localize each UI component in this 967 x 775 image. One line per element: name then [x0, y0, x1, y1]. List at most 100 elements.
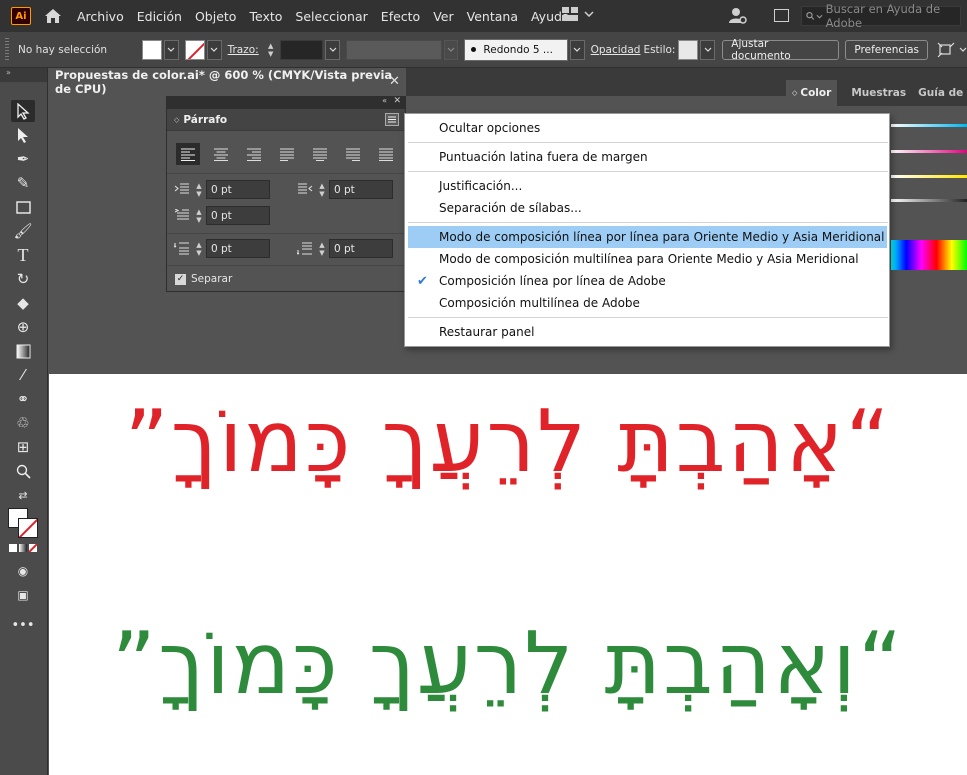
cyan-slider[interactable] [891, 124, 967, 127]
menu-item-adobe-single-line-composer[interactable]: ✔ Composición línea por línea de Adobe [405, 270, 889, 292]
menu-item-justification[interactable]: Justificación... [405, 175, 889, 197]
preferences-button[interactable]: Preferencias [845, 39, 929, 60]
first-line-indent-input[interactable]: 0 pt [206, 206, 270, 225]
puppet-warp-tool-icon[interactable]: ⊕ [11, 316, 35, 338]
artboard-tool-icon[interactable]: ⊞ [11, 436, 35, 458]
graphic-style-swatch[interactable] [678, 39, 699, 60]
justify-center-icon[interactable] [308, 143, 332, 165]
stroke-weight-stepper[interactable]: ▲ ▼ [264, 40, 278, 60]
menu-archivo[interactable]: Archivo [77, 9, 124, 24]
space-after-input[interactable]: 0 pt [329, 239, 393, 258]
menu-item-me-single-line-composer[interactable]: Modo de composición línea por línea para… [408, 226, 887, 248]
space-after-stepper[interactable]: ▲ ▼ [315, 239, 329, 259]
fill-dropdown[interactable] [163, 39, 179, 60]
stroke-weight-input[interactable] [279, 39, 324, 60]
more-tools-icon[interactable]: ••• [11, 614, 35, 636]
fill-swatch[interactable] [142, 39, 162, 60]
align-right-icon[interactable] [242, 143, 266, 165]
tab-swatches[interactable]: Muestras [845, 87, 912, 99]
document-tab[interactable]: Propuestas de color.ai* @ 600 % (CMYK/Vi… [48, 68, 406, 96]
black-slider[interactable] [891, 199, 967, 202]
tab-color[interactable]: ◇ Color [786, 80, 838, 106]
justify-all-icon[interactable] [374, 143, 398, 165]
align-left-icon[interactable] [176, 143, 200, 165]
draw-mode-icon[interactable]: ◉ [11, 560, 35, 582]
close-tab-icon[interactable]: ✕ [389, 74, 400, 89]
collapse-panel-icon[interactable]: « [382, 96, 387, 105]
hebrew-text-line-red[interactable]: “אָהַבְתָּ לְרֵעֲךָ כָּמוֹךָ” [49, 392, 967, 492]
close-panel-icon[interactable]: ✕ [393, 96, 401, 106]
menu-efecto[interactable]: Efecto [381, 9, 420, 24]
tools-panel-header[interactable]: » [0, 68, 47, 82]
space-before-stepper[interactable]: ▲ ▼ [192, 239, 206, 259]
selection-tool-icon[interactable] [11, 100, 35, 122]
yellow-slider[interactable] [891, 175, 967, 178]
color-mode-buttons[interactable] [9, 544, 37, 552]
adjust-document-button[interactable]: Ajustar documento [722, 38, 840, 62]
pen-tool-icon[interactable]: ✒ [11, 148, 35, 170]
user-search-icon[interactable] [728, 6, 748, 26]
hebrew-text-line-green[interactable]: “וְאָהַבְתָּ לְרֵעֲךָ כָּמוֹךָ” [49, 614, 967, 714]
arrange-documents-icon[interactable] [774, 9, 789, 22]
home-icon[interactable] [43, 6, 63, 26]
style-dropdown[interactable] [700, 39, 716, 60]
eyedropper-tool-icon[interactable]: ⁄ [11, 364, 35, 386]
opacity-label[interactable]: Opacidad [591, 44, 641, 56]
screen-mode-icon[interactable]: ▣ [11, 584, 35, 606]
menu-item-roman-hanging-punctuation[interactable]: Puntuación latina fuera de margen [405, 146, 889, 168]
stroke-swatch[interactable] [184, 39, 205, 60]
menu-texto[interactable]: Texto [249, 9, 282, 24]
left-indent-stepper[interactable]: ▲ ▼ [192, 180, 206, 200]
stroke-color-box[interactable] [18, 518, 38, 538]
direct-selection-tool-icon[interactable] [11, 124, 35, 146]
profile-dropdown[interactable] [443, 39, 459, 60]
brush-definition[interactable]: Redondo 5 ... [464, 38, 568, 61]
tab-color-guide[interactable]: Guía de color [912, 87, 967, 99]
panel-menu-icon[interactable] [385, 113, 399, 126]
menu-item-reset-panel[interactable]: Restaurar panel [405, 321, 889, 343]
brush-dropdown[interactable] [569, 39, 585, 60]
artboard[interactable]: “אָהַבְתָּ לְרֵעֲךָ כָּמוֹךָ” “וְאָהַבְת… [49, 374, 967, 775]
stroke-label[interactable]: Trazo: [228, 44, 259, 56]
right-indent-stepper[interactable]: ▲ ▼ [315, 180, 329, 200]
menu-edicion[interactable]: Edición [137, 9, 182, 24]
workspace-switcher[interactable] [562, 7, 594, 21]
menu-item-me-every-line-composer[interactable]: Modo de composición multilínea para Orie… [405, 248, 889, 270]
menu-objeto[interactable]: Objeto [195, 9, 237, 24]
align-center-icon[interactable] [209, 143, 233, 165]
stroke-dropdown[interactable] [206, 39, 222, 60]
right-indent-input[interactable]: 0 pt [329, 180, 393, 199]
swap-fill-stroke-icon[interactable]: ⇄ [11, 484, 35, 506]
type-tool-icon[interactable]: T [11, 244, 35, 266]
color-spectrum[interactable] [891, 240, 967, 270]
rotate-tool-icon[interactable]: ↻ [11, 268, 35, 290]
stroke-weight-dropdown[interactable] [325, 39, 341, 60]
justify-right-icon[interactable] [341, 143, 365, 165]
menu-item-hide-options[interactable]: Ocultar opciones [405, 117, 889, 139]
left-indent-input[interactable]: 0 pt [206, 180, 270, 199]
first-line-indent-stepper[interactable]: ▲ ▼ [192, 206, 206, 226]
blend-tool-icon[interactable]: ⚭ [11, 388, 35, 410]
menu-item-hyphenation[interactable]: Separación de sílabas... [405, 197, 889, 219]
justify-left-icon[interactable] [275, 143, 299, 165]
space-before-input[interactable]: 0 pt [206, 239, 270, 258]
help-search-input[interactable]: Buscar en Ayuda de Adobe [801, 2, 961, 30]
menu-ver[interactable]: Ver [433, 9, 453, 24]
rectangle-tool-icon[interactable] [11, 196, 35, 218]
magenta-slider[interactable] [891, 150, 967, 153]
menu-item-adobe-every-line-composer[interactable]: Composición multilínea de Adobe [405, 292, 889, 314]
panel-grip[interactable] [5, 37, 9, 62]
arrange-icon[interactable] [937, 42, 967, 58]
curvature-tool-icon[interactable]: ✎ [11, 172, 35, 194]
eraser-tool-icon[interactable]: ◆ [11, 292, 35, 314]
zoom-tool-icon[interactable] [11, 460, 35, 482]
paragraph-panel-header[interactable]: ◇ Párrafo [167, 109, 405, 131]
paintbrush-tool-icon[interactable]: 🖌 [11, 220, 35, 242]
panel-top-bar[interactable]: « ✕ [167, 96, 405, 109]
variable-width-profile[interactable] [346, 39, 442, 60]
menu-ventana[interactable]: Ventana [467, 9, 518, 24]
gradient-tool-icon[interactable] [11, 340, 35, 362]
symbol-sprayer-tool-icon[interactable]: ♲ [11, 412, 35, 434]
menu-seleccionar[interactable]: Seleccionar [295, 9, 367, 24]
hyphenate-checkbox[interactable]: ✓ [175, 273, 186, 285]
